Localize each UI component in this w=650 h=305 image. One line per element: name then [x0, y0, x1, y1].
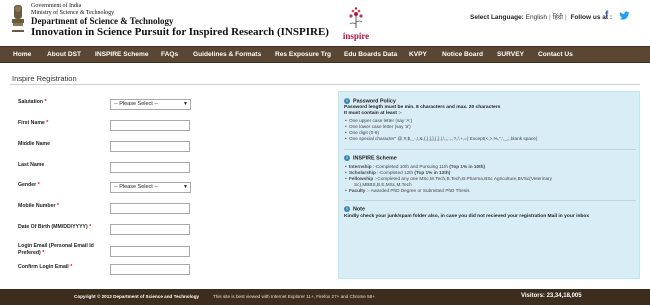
middle-name-input[interactable] [110, 141, 190, 152]
salutation-select[interactable]: -- Please Select -- ▼ [110, 99, 191, 110]
national-emblem-icon [12, 5, 24, 32]
policy-bullet: One special character" @,#,$,_-,!,&,(,),… [345, 136, 537, 142]
registration-form: Salutation * -- Please Select -- ▼ First … [10, 90, 330, 282]
nav-about-dst[interactable]: About DST [47, 47, 81, 63]
note-text: Kindly check your junk/spam folder also,… [344, 214, 590, 219]
nav-notice-board[interactable]: Notice Board [442, 47, 483, 63]
department-line: Department of Science & Technology [31, 16, 174, 26]
salutation-label: Salutation * [18, 99, 47, 105]
first-name-label: First Name * [18, 120, 49, 126]
scheme-fellowship: Fellowship :-Completed any one MSc,M.Tec… [345, 176, 552, 182]
nav-faqs[interactable]: FAQs [161, 47, 178, 63]
page-title: Inspire Registration [12, 74, 77, 83]
chevron-down-icon: ▼ [183, 184, 188, 190]
lang-english-link[interactable]: English [526, 14, 547, 21]
site-footer: Copyright © 2013 Department of Science a… [0, 289, 650, 305]
note-heading: i Note [344, 206, 365, 213]
login-email-label: Login Email (Personal Email Id Prefered) … [18, 243, 94, 256]
site-header: Government of India Ministry of Science … [0, 0, 650, 46]
last-name-input[interactable] [110, 162, 190, 173]
facebook-icon[interactable]: f [605, 11, 613, 21]
inspire-scheme-heading: i INSPIRE Scheme [344, 155, 397, 162]
inspire-logo-text: inspire [342, 31, 370, 41]
nav-edu-boards[interactable]: Edu Boards Data [344, 47, 397, 63]
info-divider [344, 149, 636, 150]
policy-bullet: One digit (0-9) [345, 130, 379, 136]
inspire-flower-icon [349, 7, 363, 28]
middle-name-label: Middle Name [18, 141, 50, 147]
visitor-counter: Visitors: 23,34,18,005 [521, 293, 582, 299]
mobile-label: Mobile Number * [18, 203, 59, 209]
copyright-text: Copyright © 2013 Department of Science a… [74, 294, 200, 299]
chevron-down-icon: ▼ [183, 101, 188, 107]
info-icon: i [344, 98, 350, 104]
confirm-email-input[interactable] [110, 264, 190, 275]
nav-home[interactable]: Home [13, 47, 31, 63]
dob-label: Date Of Birth (MM/DD/YYYY) * [18, 224, 92, 230]
scheme-scholarship: Scholarship :-Completed 12th (Top 1% in … [345, 170, 450, 176]
policy-bullet: One lower case letter (say 'a') [345, 124, 411, 130]
browser-note: This site is best viewed with Internet E… [213, 294, 375, 299]
password-policy-heading: i Password Policy [344, 98, 396, 105]
inspire-logo[interactable]: inspire [340, 6, 372, 44]
select-language-label: Select Language: [470, 14, 524, 21]
nav-res-exposure[interactable]: Res Exposure Trg [275, 47, 331, 63]
nav-guidelines[interactable]: Guidelines & Formats [193, 47, 261, 63]
program-title: Innovation in Science Pursuit for Inspir… [31, 26, 329, 38]
mobile-input[interactable] [110, 203, 190, 214]
info-icon: i [344, 155, 350, 161]
twitter-icon[interactable] [619, 11, 630, 21]
nav-contact-us[interactable]: Contact Us [538, 47, 573, 63]
nav-inspire-scheme[interactable]: INSPIRE Scheme [95, 47, 149, 63]
nav-kvpy[interactable]: KVPY [409, 47, 427, 63]
info-icon: i [344, 206, 350, 212]
scheme-faculty: Faculty :- Awarded PhD Degree or Submitt… [345, 188, 469, 194]
lang-hindi-link[interactable]: हिंदी [553, 14, 563, 21]
last-name-label: Last Name [18, 162, 45, 168]
scheme-internship: Internship :-Completed 10th and Pursuing… [345, 164, 485, 170]
info-divider [344, 200, 636, 201]
lang-separator-2: | [564, 14, 567, 21]
title-divider [10, 84, 640, 85]
main-navigation: Home About DST INSPIRE Scheme FAQs Guide… [0, 46, 650, 63]
first-name-input[interactable] [110, 120, 190, 131]
gender-select[interactable]: -- Please Select -- ▼ [110, 182, 191, 193]
dob-input[interactable] [110, 224, 190, 235]
gender-label: Gender * [18, 182, 40, 188]
policy-bullet: One upper case letter (say 'A') [345, 118, 412, 124]
login-email-input[interactable] [110, 246, 190, 257]
confirm-email-label: Confirm Login Email * [18, 264, 73, 270]
info-panel: i Password Policy Password length must be… [338, 91, 640, 279]
password-contain-text: It must contain at least :- [344, 111, 402, 116]
language-selector: Select Language: English | हिंदी | Follow u… [470, 12, 612, 21]
nav-survey[interactable]: SURVEY [497, 47, 524, 63]
organisation-block: Government of India Ministry of Science … [31, 3, 329, 38]
